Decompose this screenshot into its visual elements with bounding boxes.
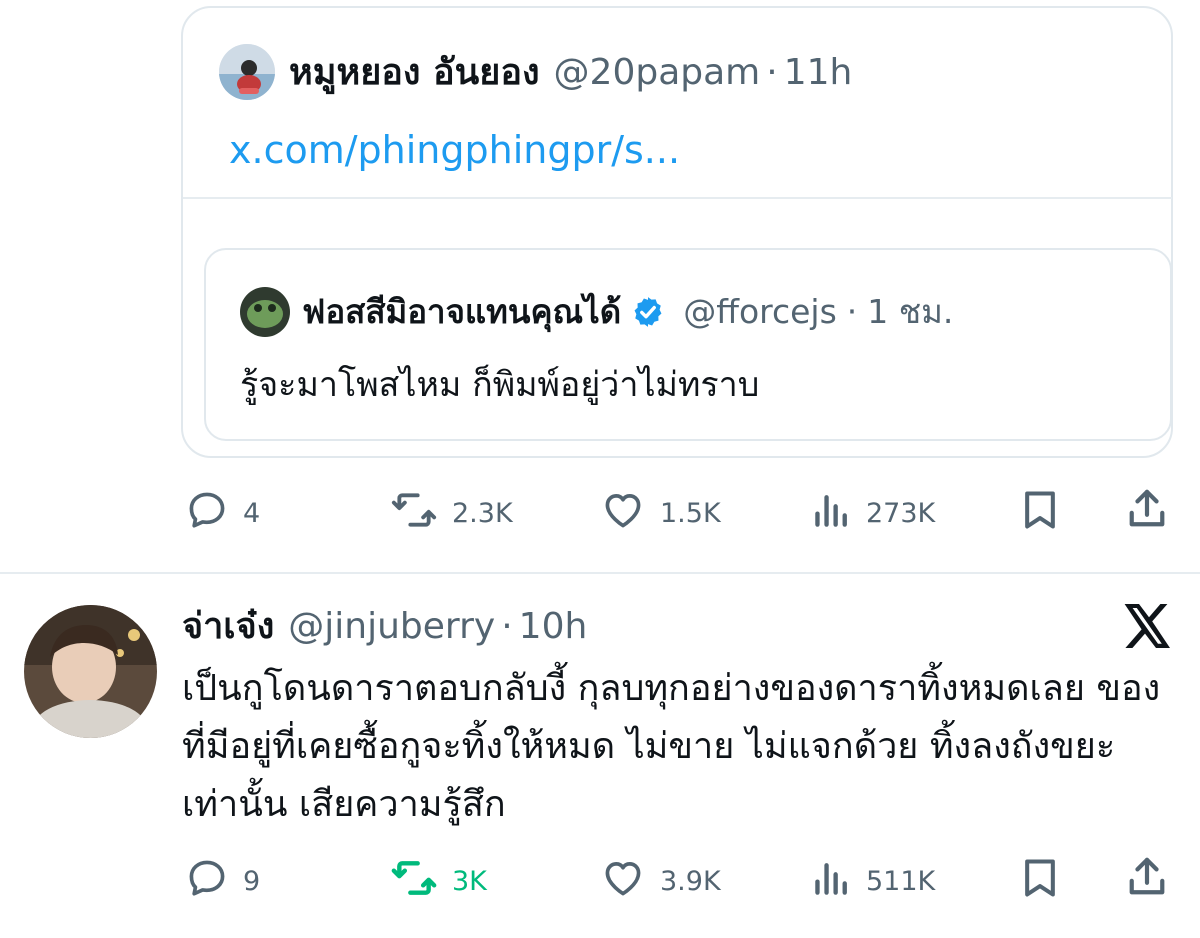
main-tweet-time[interactable]: 10h xyxy=(519,604,588,650)
like-button[interactable]: 1.5K xyxy=(600,488,721,539)
inner-quote-author-name[interactable]: ฟอสสีมิอาจแทนคุณได้ xyxy=(302,290,621,334)
inner-quote-handle[interactable]: @fforcejs xyxy=(683,290,837,334)
quoted-tweet-link[interactable]: x.com/phingphingpr/s... xyxy=(229,126,680,174)
tweet-divider xyxy=(0,572,1200,574)
bookmark-icon xyxy=(1020,491,1060,536)
views-count: 273K xyxy=(866,498,936,529)
repost-count: 2.3K xyxy=(452,498,513,529)
inner-quote-card[interactable] xyxy=(204,248,1172,441)
share-button[interactable] xyxy=(1126,486,1168,536)
inner-quote-text: รู้จะมาโพสไหม ก็พิมพ์อยู่ว่าไม่ทราบ xyxy=(240,365,760,405)
main-author-name[interactable]: จ่าเจ๋ง xyxy=(182,604,274,650)
views-button[interactable]: 511K xyxy=(812,856,935,907)
like-icon xyxy=(600,856,646,907)
views-icon xyxy=(812,488,852,539)
bookmark-button[interactable] xyxy=(1020,856,1060,904)
card-divider xyxy=(183,197,1172,199)
bookmark-icon xyxy=(1020,859,1060,904)
views-button[interactable]: 273K xyxy=(812,488,935,539)
verified-badge-icon xyxy=(631,295,665,329)
repost-button[interactable]: 3K xyxy=(390,856,487,907)
separator-dot: · xyxy=(766,52,778,93)
repost-icon xyxy=(390,488,438,539)
like-count: 1.5K xyxy=(660,498,721,529)
views-count: 511K xyxy=(866,866,936,897)
like-icon xyxy=(600,488,646,539)
repost-button[interactable]: 2.3K xyxy=(390,488,513,539)
like-button[interactable]: 3.9K xyxy=(600,856,721,907)
main-author-handle[interactable]: @jinjuberry xyxy=(288,604,495,650)
reply-icon xyxy=(185,856,229,907)
repost-count: 3K xyxy=(452,866,487,897)
share-icon xyxy=(1126,857,1168,904)
reply-count: 9 xyxy=(243,866,261,897)
reply-icon xyxy=(185,488,229,539)
reply-count: 4 xyxy=(243,498,261,529)
x-logo-icon[interactable] xyxy=(1124,604,1172,652)
main-author-avatar[interactable] xyxy=(24,605,157,738)
quoted-author-avatar[interactable] xyxy=(219,44,275,100)
main-tweet-text: เป็นกูโดนดาราตอบกลับงี้ กุลบทุกอย่างของด… xyxy=(182,668,1161,825)
like-count: 3.9K xyxy=(660,866,721,897)
inner-quote-avatar[interactable] xyxy=(240,287,290,337)
views-icon xyxy=(812,856,852,907)
quoted-author-handle[interactable]: @20papam xyxy=(554,50,761,96)
repost-icon xyxy=(390,856,438,907)
reply-button[interactable]: 9 xyxy=(185,856,260,907)
quoted-tweet-time[interactable]: 11h xyxy=(784,50,853,96)
share-icon xyxy=(1126,489,1168,536)
quoted-author-name[interactable]: หมูหยอง อันยอง xyxy=(289,50,540,96)
reply-button[interactable]: 4 xyxy=(185,488,260,539)
separator-dot: · xyxy=(501,606,513,647)
separator-dot: · xyxy=(846,292,858,331)
share-button[interactable] xyxy=(1126,854,1168,904)
inner-quote-time[interactable]: 1 ชม. xyxy=(867,290,953,334)
bookmark-button[interactable] xyxy=(1020,488,1060,536)
